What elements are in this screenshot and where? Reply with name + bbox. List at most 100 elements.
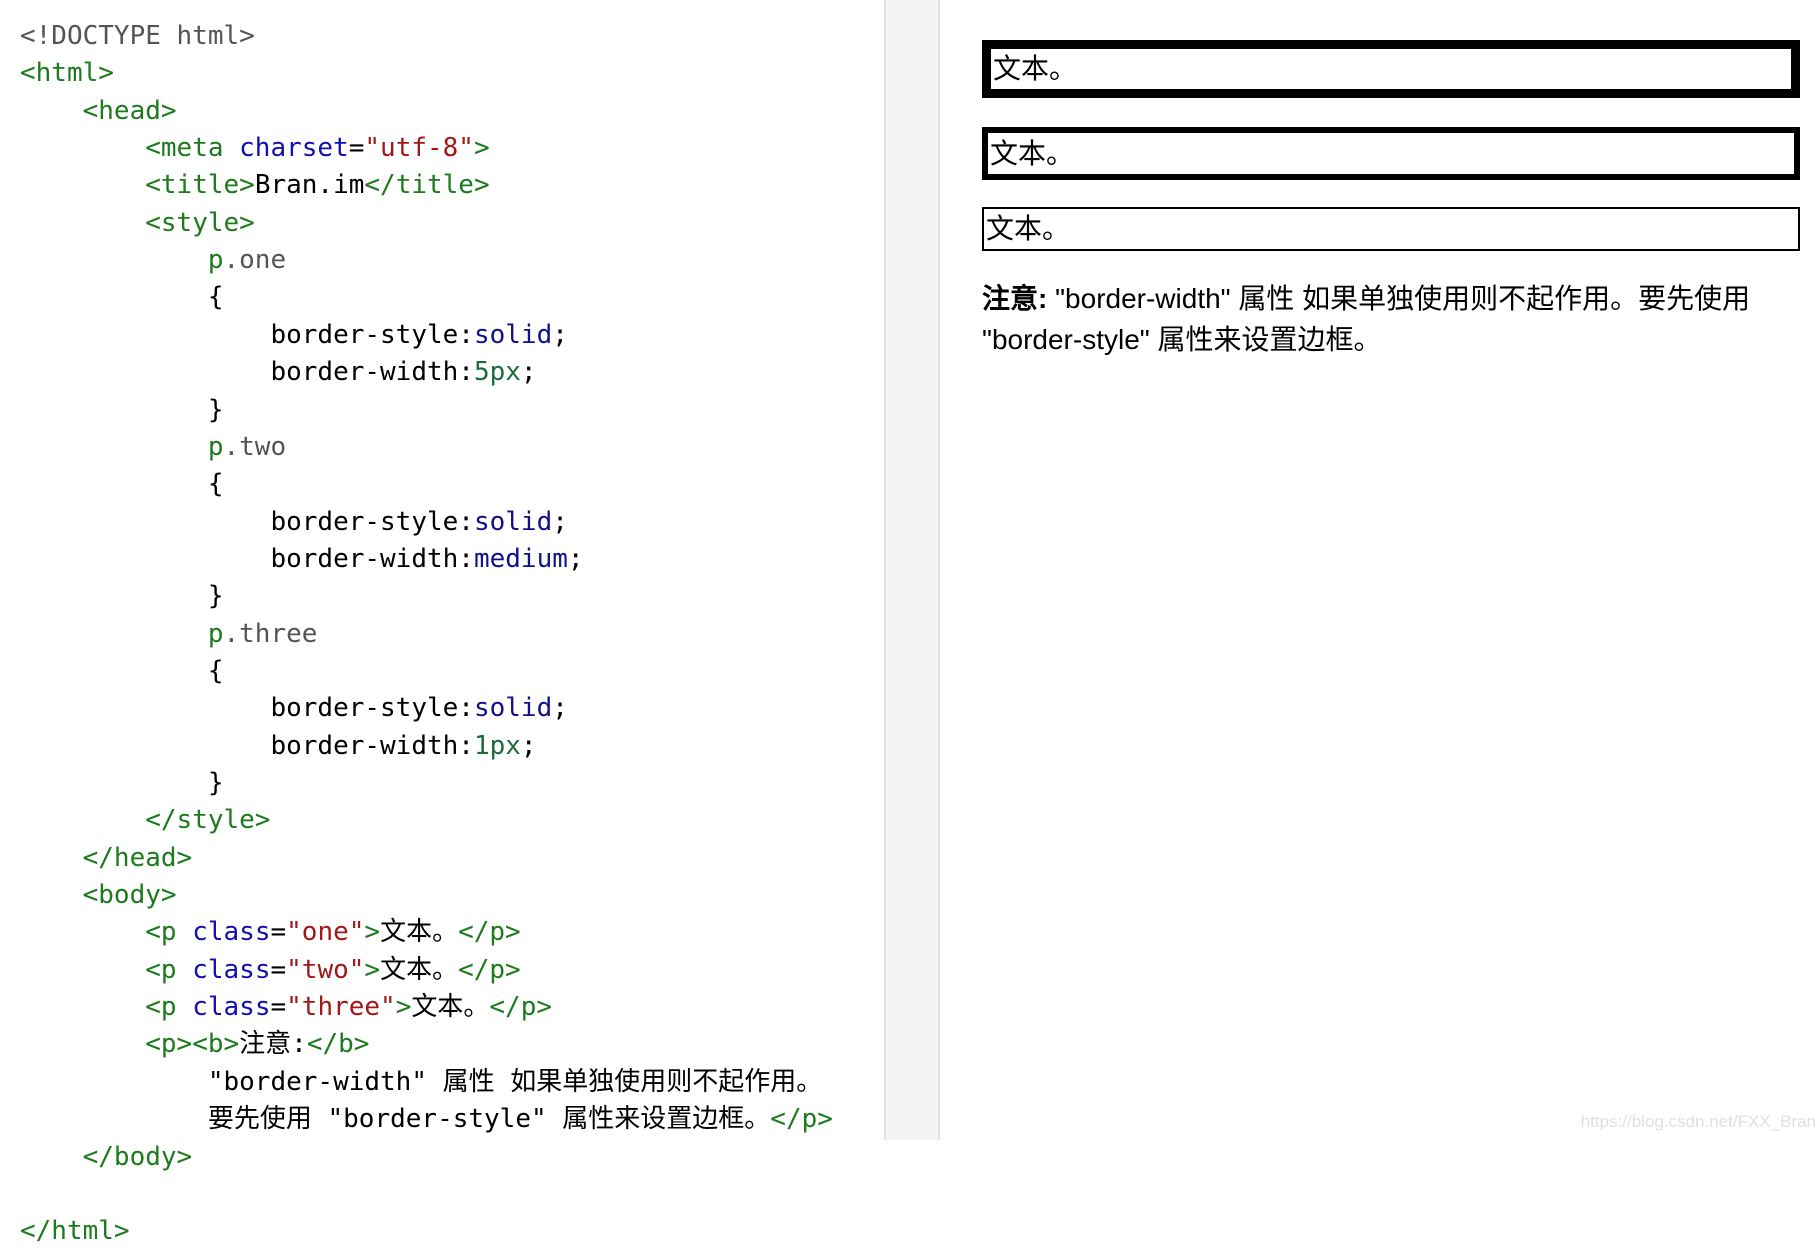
code-line: </html> (20, 1214, 130, 1248)
code-line: <p class="three">文本。</p> (20, 990, 552, 1024)
code-token: <!DOCTYPE html> (20, 21, 255, 51)
code-editor[interactable]: <!DOCTYPE html> <html> <head> <meta chars… (0, 0, 884, 1246)
code-line: border-width:5px; (20, 355, 537, 389)
code-token: <style> (145, 207, 255, 238)
code-token: .one (223, 245, 287, 276)
code-token: class (192, 992, 271, 1023)
code-line: <body> (20, 878, 177, 912)
code-token: 注意: (239, 1029, 307, 1060)
code-line: p.one (20, 243, 286, 277)
code-line: border-style:solid; (20, 691, 568, 725)
code-token: p (207, 431, 224, 462)
code-token: = (270, 992, 287, 1023)
code-token: </title> (364, 170, 490, 201)
code-token: charset (239, 133, 349, 164)
code-token: > (395, 992, 412, 1023)
code-token: "border-width" 属性 如果单独使用则不起作用。 (20, 1066, 823, 1097)
code-token: ; (552, 506, 568, 537)
code-token: .three (223, 618, 318, 649)
code-token: </body> (82, 1141, 193, 1172)
code-token: = (348, 133, 365, 164)
pane-splitter[interactable] (884, 0, 940, 1140)
code-token: } (20, 581, 224, 612)
code-line: </head> (20, 841, 193, 875)
code-token: ; (567, 543, 584, 574)
paragraph-one: 文本。 (982, 40, 1800, 98)
code-token: <p (145, 954, 193, 985)
code-line: border-width:1px; (20, 729, 537, 763)
paragraph-two: 文本。 (982, 127, 1800, 180)
code-token: 文本。 (380, 917, 459, 948)
code-token: border-width: (20, 357, 474, 388)
paragraph-three: 文本。 (982, 207, 1800, 251)
code-token: solid (473, 693, 553, 724)
code-token: .two (223, 431, 287, 462)
code-token: ; (520, 357, 537, 388)
code-token: } (20, 394, 224, 425)
code-line: <html> (20, 56, 114, 90)
code-token: ; (552, 693, 568, 724)
code-line: { (20, 654, 224, 688)
code-line: 要先使用 "border-style" 属性来设置边框。</p> (20, 1102, 833, 1136)
code-token: > (473, 133, 490, 164)
watermark: https://blog.csdn.net/FXX_Bran (1580, 1112, 1816, 1131)
code-line: } (20, 393, 224, 427)
code-line: <head> (20, 94, 177, 128)
code-line: } (20, 766, 224, 800)
code-token: solid (473, 506, 553, 537)
preview-pane: 文本。 文本。 文本。 注意: "border-width" 属性 如果单独使用… (940, 0, 1820, 1140)
code-token: </p> (770, 1104, 833, 1135)
code-line: border-style:solid; (20, 505, 568, 539)
code-token: = (270, 917, 287, 948)
code-line: </style> (20, 803, 270, 837)
code-token: 文本。 (380, 954, 459, 985)
code-line: { (20, 280, 224, 314)
code-token: 1px (473, 730, 521, 761)
code-line: <p class="two">文本。</p> (20, 953, 521, 987)
code-token: 文本。 (411, 992, 490, 1023)
code-token: border-style: (20, 693, 474, 724)
code-token: medium (473, 543, 568, 574)
code-line: { (20, 467, 224, 501)
code-token: p (207, 245, 224, 276)
code-token: <p (145, 992, 193, 1023)
code-token: </style> (145, 805, 271, 836)
code-token: "two" (286, 954, 365, 985)
code-token: <meta (145, 133, 240, 164)
note-text: "border-width" 属性 如果单独使用则不起作用。要先使用 "bord… (982, 283, 1751, 355)
code-token: border-width: (20, 730, 474, 761)
code-token: } (20, 768, 224, 798)
code-line: } (20, 579, 224, 613)
code-line: <title>Bran.im</title> (20, 168, 490, 202)
code-line: <!DOCTYPE html> (20, 19, 255, 53)
code-line: border-width:medium; (20, 542, 584, 576)
code-token: { (20, 282, 224, 313)
code-line: <p><b>注意:</b> (20, 1027, 369, 1061)
code-token: </p> (489, 992, 553, 1023)
code-token: <title> (145, 170, 255, 201)
code-token: border-style: (20, 506, 474, 537)
code-line: <meta charset="utf-8"> (20, 131, 490, 165)
note-paragraph: 注意: "border-width" 属性 如果单独使用则不起作用。要先使用 "… (982, 278, 1802, 360)
code-token: <html> (20, 58, 114, 89)
code-token: border-style: (20, 319, 474, 350)
code-token: </p> (458, 954, 521, 985)
code-token: 要先使用 "border-style" 属性来设置边框。 (20, 1104, 771, 1135)
code-token: = (270, 954, 287, 985)
code-line: <p class="one">文本。</p> (20, 915, 520, 949)
code-token: ; (520, 730, 537, 761)
code-token: class (192, 954, 271, 985)
code-token: solid (473, 319, 553, 350)
